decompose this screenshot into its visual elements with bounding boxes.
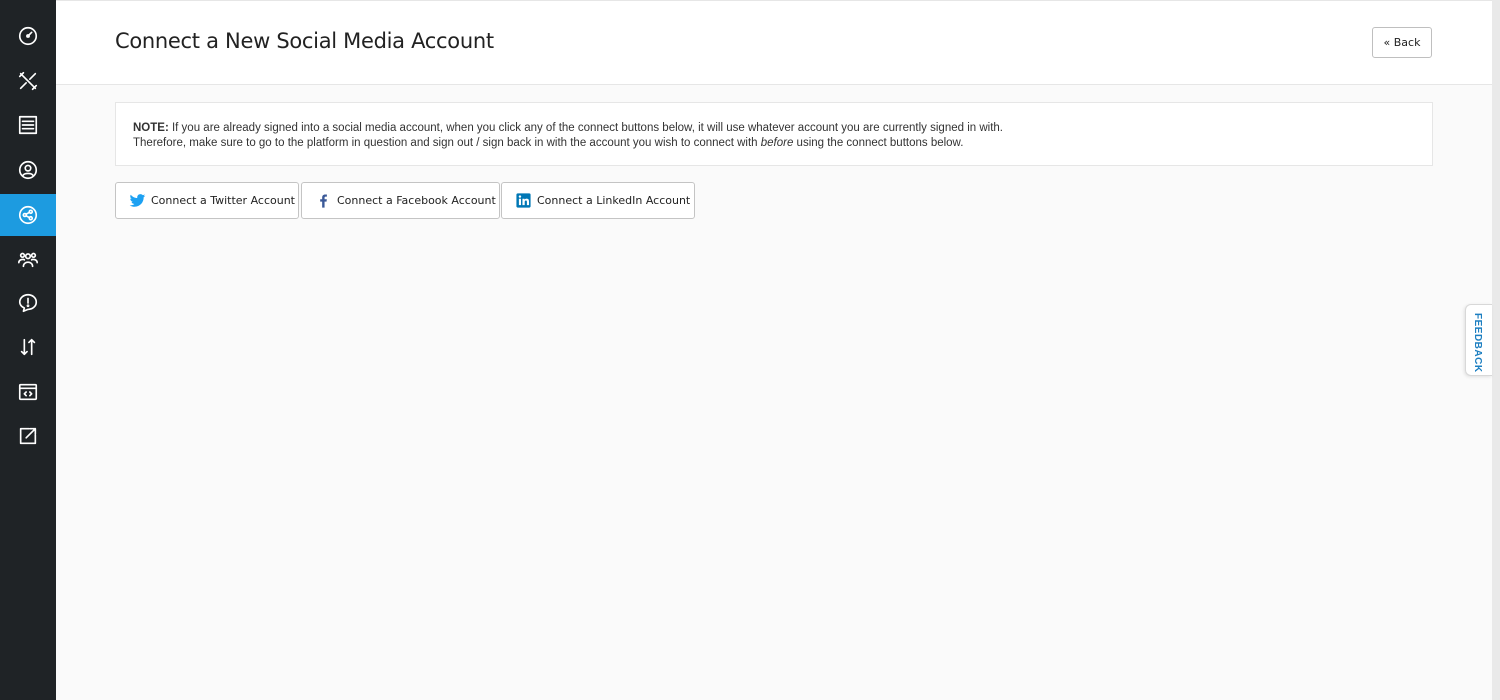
- page-header: Connect a New Social Media Account « Bac…: [56, 0, 1492, 85]
- sidebar: [0, 0, 56, 700]
- newspaper-icon: [18, 115, 38, 135]
- linkedin-icon: [515, 192, 532, 209]
- share-icon: [18, 205, 38, 225]
- tools-icon: [18, 71, 38, 91]
- sidebar-item-sort[interactable]: [0, 326, 56, 368]
- sidebar-item-dashboard[interactable]: [0, 15, 56, 57]
- users-group-icon: [18, 252, 38, 268]
- back-button[interactable]: « Back: [1372, 27, 1432, 58]
- right-edge: [1492, 0, 1500, 700]
- connect-facebook-button[interactable]: Connect a Facebook Account: [301, 182, 500, 219]
- twitter-icon: [129, 192, 146, 209]
- sidebar-item-alerts[interactable]: [0, 282, 56, 324]
- note-text-2-start: Therefore, make sure to go to the platfo…: [133, 136, 761, 149]
- note-line-2: Therefore, make sure to go to the platfo…: [133, 136, 1415, 151]
- external-link-icon: [19, 427, 37, 445]
- feedback-tab[interactable]: FEEDBACK: [1465, 304, 1492, 376]
- sort-arrows-icon: [20, 338, 36, 356]
- sidebar-item-groups[interactable]: [0, 238, 56, 280]
- dashboard-icon: [18, 26, 38, 46]
- connect-linkedin-button[interactable]: Connect a LinkedIn Account: [501, 182, 695, 219]
- code-window-icon: [18, 383, 38, 401]
- sidebar-item-pages[interactable]: [0, 104, 56, 146]
- sidebar-item-tools[interactable]: [0, 60, 56, 102]
- sidebar-item-embed[interactable]: [0, 371, 56, 413]
- note-prefix: NOTE:: [133, 122, 169, 134]
- connect-twitter-label: Connect a Twitter Account: [151, 194, 295, 207]
- facebook-icon: [315, 192, 332, 209]
- page-title: Connect a New Social Media Account: [115, 29, 494, 53]
- note-text-2-end: using the connect buttons below.: [793, 136, 964, 149]
- note-box: NOTE: If you are already signed into a s…: [115, 102, 1433, 166]
- user-circle-icon: [18, 160, 38, 180]
- sidebar-item-users[interactable]: [0, 149, 56, 191]
- note-text-1: If you are already signed into a social …: [168, 122, 1003, 134]
- alert-bubble-icon: [18, 293, 38, 313]
- main-content: Connect a New Social Media Account « Bac…: [56, 0, 1492, 700]
- sidebar-item-external[interactable]: [0, 415, 56, 457]
- connect-twitter-button[interactable]: Connect a Twitter Account: [115, 182, 299, 219]
- connect-linkedin-label: Connect a LinkedIn Account: [537, 194, 691, 207]
- note-line-1: NOTE: If you are already signed into a s…: [133, 121, 1415, 136]
- connect-facebook-label: Connect a Facebook Account: [337, 194, 496, 207]
- note-emphasis: before: [760, 136, 794, 149]
- sidebar-item-social[interactable]: [0, 194, 56, 236]
- feedback-label: FEEDBACK: [1472, 313, 1483, 373]
